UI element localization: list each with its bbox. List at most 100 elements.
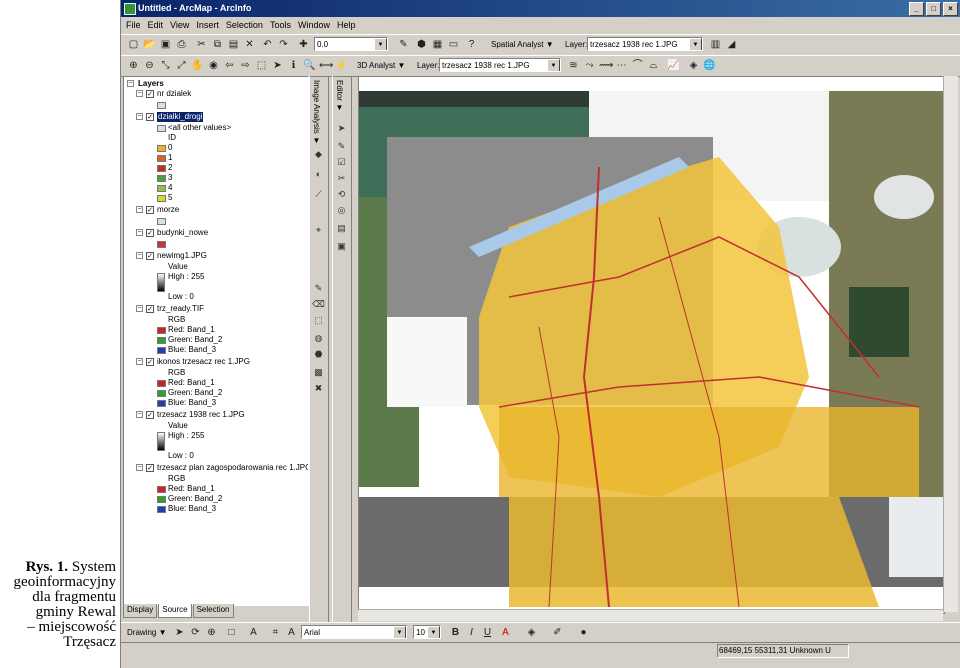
tab-selection[interactable]: Selection	[192, 604, 234, 618]
histogram-icon[interactable]: ▥	[709, 38, 722, 51]
copy-icon[interactable]: ⧉	[211, 38, 224, 51]
rectangle-icon[interactable]: □	[225, 626, 238, 639]
paste-icon[interactable]: ▤	[227, 38, 240, 51]
editor-toolbar-icon[interactable]: ✎	[397, 38, 410, 51]
rotate-tool-icon[interactable]: ⟲	[335, 188, 348, 201]
line-of-sight-icon[interactable]: ⟿	[599, 59, 613, 72]
fixed-zoom-in-icon[interactable]: ⤡	[159, 59, 172, 72]
text-icon[interactable]: A	[247, 626, 260, 639]
raster-calculator-icon[interactable]: ◢	[725, 38, 738, 51]
chevron-down-icon[interactable]: ▼	[427, 626, 440, 638]
fixed-zoom-out-icon[interactable]: ⤢	[175, 59, 188, 72]
expand-toggle-icon[interactable]: −	[136, 90, 143, 97]
layer-visibility-checkbox[interactable]: ✓	[146, 90, 154, 98]
expand-toggle-icon[interactable]: −	[136, 229, 143, 236]
vertical-scrollbar[interactable]	[943, 76, 958, 612]
find-icon[interactable]: 🔍	[303, 59, 316, 72]
layer-visibility-checkbox[interactable]: ✓	[146, 358, 154, 366]
contrast-icon[interactable]: ◆	[312, 148, 325, 161]
close-button[interactable]: ×	[943, 2, 958, 16]
chevron-down-icon[interactable]: ▼	[393, 626, 406, 638]
task-icon[interactable]: ☑	[335, 156, 348, 169]
interpolate-line-icon[interactable]: ⌒	[631, 59, 644, 72]
hyperlink-icon[interactable]: ⚡	[335, 59, 348, 72]
raster-cleanup-icon[interactable]: ▩	[312, 366, 325, 379]
sketch-tool-icon[interactable]: ✎	[335, 140, 348, 153]
drawing-menu[interactable]: Drawing ▼	[127, 626, 166, 639]
rotate-icon[interactable]: ⟳	[189, 626, 202, 639]
layer-name[interactable]: budynki_nowe	[157, 228, 208, 238]
3d-analyst-menu[interactable]: 3D Analyst ▼	[357, 59, 405, 72]
layer-name[interactable]: trz_ready.TIF	[157, 304, 204, 314]
zoom-whole-page-icon[interactable]: ⊕	[205, 626, 218, 639]
whats-this-icon[interactable]: ?	[465, 38, 478, 51]
layer-name[interactable]: dzialki_drogi	[157, 112, 204, 122]
save-icon[interactable]: ▣	[159, 38, 172, 51]
layer-name[interactable]: trzesacz plan zagospodarowania rec 1.JPG	[157, 463, 308, 473]
clip-icon[interactable]: ⬚	[312, 314, 325, 327]
expand-toggle-icon[interactable]: −	[136, 411, 143, 418]
expand-toggle-icon[interactable]: −	[136, 358, 143, 365]
back-arrow-icon[interactable]: ⇦	[223, 59, 236, 72]
expand-toggle-icon[interactable]: −	[127, 80, 134, 87]
horizontal-scrollbar[interactable]	[358, 609, 943, 621]
layer-visibility-checkbox[interactable]: ✓	[146, 252, 154, 260]
pan-icon[interactable]: ✋	[191, 59, 204, 72]
menu-window[interactable]: Window	[298, 18, 330, 33]
expand-toggle-icon[interactable]: −	[136, 464, 143, 471]
font-combo[interactable]: Arial ▼	[301, 625, 407, 639]
layer-visibility-checkbox[interactable]: ✓	[146, 464, 154, 472]
tab-display[interactable]: Display	[123, 604, 158, 618]
interpolate-polygon-icon[interactable]: ⌓	[647, 59, 660, 72]
menu-file[interactable]: File	[126, 18, 141, 33]
zoom-out-icon[interactable]: ⊖	[143, 59, 156, 72]
target-icon[interactable]: ◎	[335, 204, 348, 217]
layer-name[interactable]: ikonos trzesacz rec 1.JPG	[157, 357, 250, 367]
spatial-analyst-menu[interactable]: Spatial Analyst ▼	[491, 38, 554, 51]
full-extent-icon[interactable]: ◉	[207, 59, 220, 72]
image-analysis-title[interactable]: Image Analysis ▼	[312, 80, 321, 145]
menu-edit[interactable]: Edit	[148, 18, 164, 33]
3d-analyst-layer-combo[interactable]: trzesacz 1938 rec 1.JPG ▼	[439, 58, 561, 72]
interpolate-point-icon[interactable]: ⋯	[615, 59, 628, 72]
bold-button[interactable]: B	[449, 626, 462, 639]
arcglobe-icon[interactable]: 🌐	[703, 59, 716, 72]
expand-toggle-icon[interactable]: −	[136, 252, 143, 259]
maximize-button[interactable]: □	[926, 2, 941, 16]
arctoolbox-icon[interactable]: ⬢	[415, 38, 428, 51]
layer-name[interactable]: morze	[157, 205, 179, 215]
italic-button[interactable]: I	[465, 626, 478, 639]
chevron-down-icon[interactable]: ▼	[547, 59, 560, 71]
menu-tools[interactable]: Tools	[270, 18, 291, 33]
layer-name[interactable]: trzesacz 1938 rec 1.JPG	[157, 410, 245, 420]
menu-insert[interactable]: Insert	[196, 18, 219, 33]
select-features-icon[interactable]: ⬚	[255, 59, 268, 72]
color-fill-icon[interactable]: ◍	[312, 332, 325, 345]
measure-icon[interactable]: ⟷	[319, 59, 333, 72]
select-elements-icon[interactable]: ➤	[173, 626, 186, 639]
chevron-down-icon[interactable]: ▼	[689, 38, 702, 50]
attributes-icon[interactable]: ▤	[335, 222, 348, 235]
split-tool-icon[interactable]: ✂	[335, 172, 348, 185]
spatial-analyst-layer-combo[interactable]: trzesacz 1938 rec 1.JPG ▼	[587, 37, 703, 51]
arcscene-icon[interactable]: ◈	[687, 59, 700, 72]
cut-icon[interactable]: ✂	[195, 38, 208, 51]
redo-icon[interactable]: ↷	[277, 38, 290, 51]
edit-vertices-icon[interactable]: ⌗	[269, 626, 282, 639]
editor-title[interactable]: Editor ▼	[335, 80, 344, 112]
layer-name[interactable]: nr dzialek	[157, 89, 191, 99]
layer-visibility-checkbox[interactable]: ✓	[146, 229, 154, 237]
map-scale-combo[interactable]: 0.0 ▼	[314, 37, 388, 51]
marker-color-icon[interactable]: ●	[577, 626, 590, 639]
arccatalog-icon[interactable]: ▦	[431, 38, 444, 51]
pencil-icon[interactable]: ✎	[312, 282, 325, 295]
steepest-path-icon[interactable]: ⤳	[583, 59, 596, 72]
minimize-button[interactable]: _	[909, 2, 924, 16]
map-display[interactable]	[358, 76, 945, 614]
add-data-icon[interactable]: ✚	[297, 38, 310, 51]
forward-arrow-icon[interactable]: ⇨	[239, 59, 252, 72]
open-folder-icon[interactable]: 📂	[143, 38, 156, 51]
command-line-icon[interactable]: ▭	[447, 38, 460, 51]
sketch-properties-icon[interactable]: ▣	[335, 240, 348, 253]
layer-visibility-checkbox[interactable]: ✓	[146, 305, 154, 313]
